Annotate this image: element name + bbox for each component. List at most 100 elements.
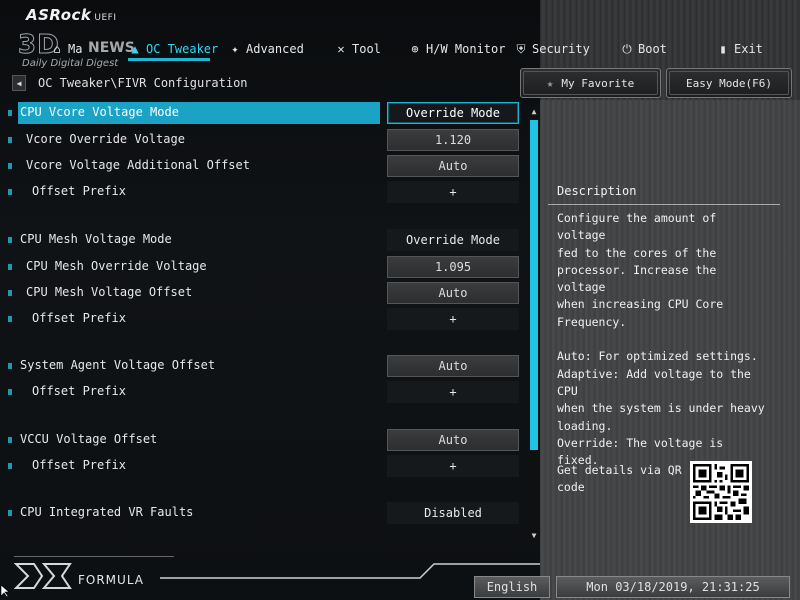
setting-label: Offset Prefix: [32, 184, 126, 198]
setting-value[interactable]: +: [387, 181, 519, 203]
tab-hw-monitor-label: H/W Monitor: [426, 42, 506, 56]
tab-advanced[interactable]: ✦ Advanced: [228, 40, 304, 58]
setting-row[interactable]: VCCU Voltage Offset Auto: [8, 429, 520, 451]
setting-value[interactable]: +: [387, 308, 519, 330]
formula-brand: FORMULA: [78, 573, 144, 587]
description-text: Configure the amount of voltage fed to t…: [557, 211, 765, 468]
setting-row[interactable]: CPU Mesh Voltage Offset Auto: [8, 282, 520, 304]
power-icon: ⏻: [622, 41, 632, 56]
scrollbar-thumb[interactable]: [530, 120, 538, 450]
setting-row[interactable]: CPU Integrated VR Faults Disabled: [8, 502, 520, 524]
setting-value[interactable]: Auto: [387, 355, 519, 377]
row-marker: [8, 316, 12, 322]
shield-icon: ⛨: [516, 41, 526, 56]
active-tab-indicator: [128, 58, 210, 61]
tab-oc-tweaker-label: OC Tweaker: [146, 42, 219, 56]
brand-suffix: UEFI: [94, 13, 117, 23]
setting-value[interactable]: 1.095: [387, 256, 519, 278]
setting-value[interactable]: +: [387, 381, 519, 403]
mouse-cursor-icon: [0, 584, 10, 598]
setting-value[interactable]: Disabled: [387, 502, 519, 524]
qr-code: [690, 461, 752, 523]
setting-label: System Agent Voltage Offset: [20, 358, 216, 372]
row-marker: [8, 237, 12, 243]
top-navigation: ⌂ Ma ▲ OC Tweaker ✦ Advanced ✕ Tool ⊕ H/W Mon…: [0, 36, 800, 60]
row-marker: [8, 163, 12, 169]
tools-icon: ✕: [337, 42, 345, 56]
setting-row[interactable]: CPU Vcore Voltage Mode Override Mode: [8, 102, 520, 124]
setting-row[interactable]: Vcore Voltage Additional Offset Auto: [8, 155, 520, 177]
setting-row[interactable]: Offset Prefix +: [8, 308, 520, 330]
row-marker: [8, 110, 12, 116]
scroll-up-icon[interactable]: ▲: [528, 106, 540, 118]
setting-label: CPU Vcore Voltage Mode: [20, 105, 179, 119]
scrollbar[interactable]: ▲ ▼: [528, 106, 540, 542]
tab-security[interactable]: ⛨ Security: [514, 40, 590, 58]
setting-label: Offset Prefix: [32, 311, 126, 325]
tab-exit[interactable]: ▮ Exit: [716, 40, 763, 58]
tab-boot[interactable]: ⏻ Boot: [620, 40, 667, 58]
setting-value[interactable]: +: [387, 455, 519, 477]
setting-value[interactable]: Auto: [387, 282, 519, 304]
qr-code-icon: [693, 464, 749, 520]
asrock-logo: ASRock UEFI: [26, 6, 117, 24]
row-marker: [8, 290, 12, 296]
easy-mode-button[interactable]: Easy Mode(F6): [666, 68, 792, 98]
row-marker: [8, 389, 12, 395]
setting-label: Vcore Override Voltage: [26, 132, 185, 146]
setting-value[interactable]: 1.120: [387, 129, 519, 151]
language-button[interactable]: English: [474, 576, 550, 598]
setting-label: Vcore Voltage Additional Offset: [26, 158, 250, 172]
my-favorite-button[interactable]: ★ My Favorite: [520, 68, 661, 98]
tab-boot-label: Boot: [638, 42, 667, 56]
setting-row[interactable]: Offset Prefix +: [8, 455, 520, 477]
description-title: Description: [557, 184, 637, 198]
tab-oc-tweaker[interactable]: ▲ OC Tweaker: [128, 40, 218, 58]
setting-label: CPU Mesh Override Voltage: [26, 259, 207, 273]
setting-label: CPU Mesh Voltage Offset: [26, 285, 193, 299]
tab-hw-monitor[interactable]: ⊕ H/W Monitor: [408, 40, 505, 58]
back-button[interactable]: ◀: [12, 75, 26, 91]
row-marker: [8, 137, 12, 143]
easy-mode-label: Easy Mode(F6): [685, 76, 773, 90]
description-divider: [548, 204, 780, 205]
brand-name: ASRock: [26, 6, 92, 24]
setting-row[interactable]: CPU Mesh Override Voltage 1.095: [8, 256, 520, 278]
exit-icon: ▮: [719, 42, 727, 56]
setting-value[interactable]: Auto: [387, 429, 519, 451]
setting-value[interactable]: Override Mode: [387, 102, 519, 124]
qr-caption: Get details via QR code: [557, 463, 682, 495]
formula-logo-mark: [14, 563, 44, 589]
back-arrow-icon: ◀: [16, 78, 22, 88]
setting-label: Offset Prefix: [32, 458, 126, 472]
setting-value[interactable]: Auto: [387, 155, 519, 177]
row-marker: [8, 463, 12, 469]
setting-label: VCCU Voltage Offset: [20, 432, 158, 446]
row-marker: [8, 264, 12, 270]
setting-value[interactable]: Override Mode: [387, 229, 519, 251]
tab-advanced-label: Advanced: [246, 42, 304, 56]
star-icon: ✦: [231, 42, 239, 56]
rocket-icon: ▲: [131, 42, 139, 56]
breadcrumb: ◀ OC Tweaker\FIVR Configuration: [12, 74, 248, 92]
star-icon: ★: [546, 76, 554, 90]
datetime-display: Mon 03/18/2019, 21:31:25: [556, 576, 790, 598]
scroll-down-icon[interactable]: ▼: [528, 530, 540, 542]
setting-row[interactable]: System Agent Voltage Offset Auto: [8, 355, 520, 377]
tab-tool-label: Tool: [352, 42, 381, 56]
formula-logo-mark-right: [41, 563, 72, 589]
tab-tool[interactable]: ✕ Tool: [334, 40, 381, 58]
setting-row[interactable]: CPU Mesh Voltage Mode Override Mode: [8, 229, 520, 251]
row-marker: [8, 510, 12, 516]
setting-row[interactable]: Offset Prefix +: [8, 381, 520, 403]
setting-row[interactable]: Vcore Override Voltage 1.120: [8, 129, 520, 151]
breadcrumb-path: OC Tweaker\FIVR Configuration: [38, 76, 248, 90]
tab-security-label: Security: [532, 42, 590, 56]
row-marker: [8, 437, 12, 443]
setting-label: CPU Mesh Voltage Mode: [20, 232, 172, 246]
row-marker: [8, 363, 12, 369]
tab-main[interactable]: ⌂ Ma: [50, 40, 82, 58]
tab-main-label: Ma: [68, 42, 83, 56]
setting-row[interactable]: Offset Prefix +: [8, 181, 520, 203]
home-icon: ⌂: [53, 42, 61, 56]
